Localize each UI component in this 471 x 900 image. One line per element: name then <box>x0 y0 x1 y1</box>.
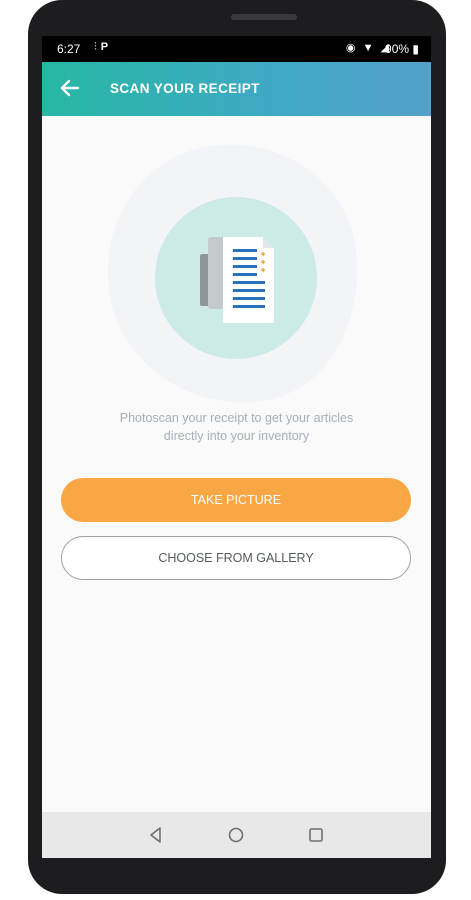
parking-icon: P <box>100 41 113 53</box>
wifi-icon: ▼ <box>362 42 376 54</box>
screen: 6:27 ⫶P ◉ ▼ ◢ 90% ▮ SCAN YOUR RECEIPT Ph… <box>42 36 431 858</box>
instruction-line-2: directly into your inventory <box>163 429 310 443</box>
arrow-left-icon[interactable] <box>58 76 82 100</box>
choose-from-gallery-button[interactable]: CHOOSE FROM GALLERY <box>61 536 411 580</box>
battery-percent: 90% <box>385 42 410 56</box>
illustration-circle <box>155 197 317 359</box>
receipt-scan-icon <box>200 237 274 323</box>
take-picture-button[interactable]: TAKE PICTURE <box>61 478 411 522</box>
speaker-grille <box>231 14 297 20</box>
status-bar: 6:27 ⫶P ◉ ▼ ◢ 90% ▮ <box>42 36 431 62</box>
battery-icon: ▮ <box>412 42 419 56</box>
nav-back-icon[interactable] <box>146 825 166 845</box>
instruction-text: Photoscan your receipt to get your artic… <box>42 409 431 445</box>
take-picture-label: TAKE PICTURE <box>190 493 282 507</box>
app-bar: SCAN YOUR RECEIPT <box>42 62 431 116</box>
alarm-icon: ◉ <box>345 42 358 54</box>
nav-home-icon[interactable] <box>226 825 246 845</box>
page-title: SCAN YOUR RECEIPT <box>110 81 260 96</box>
choose-from-gallery-label: CHOOSE FROM GALLERY <box>158 551 314 565</box>
nav-recents-icon[interactable] <box>306 825 326 845</box>
system-nav-bar <box>42 812 431 858</box>
status-time: 6:27 <box>57 42 81 56</box>
battery-indicator: 90% ▮ <box>385 42 419 56</box>
pin-icon: ⫶ <box>94 41 101 53</box>
instruction-line-1: Photoscan your receipt to get your artic… <box>119 411 354 425</box>
status-left-icons: ⫶P <box>94 41 112 54</box>
